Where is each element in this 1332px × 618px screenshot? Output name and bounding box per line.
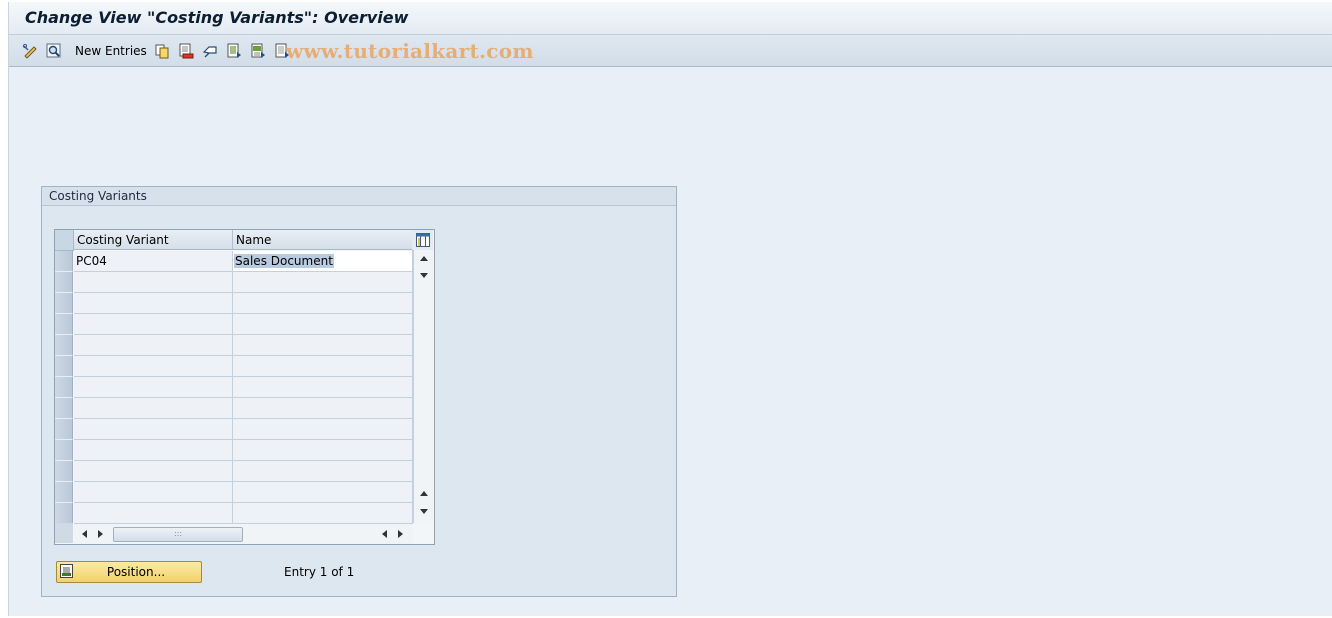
scroll-up-icon[interactable] (414, 250, 434, 266)
cell-costing-variant[interactable] (74, 293, 233, 314)
cell-name-text: Sales Document (234, 254, 334, 268)
cell-name[interactable] (233, 356, 413, 377)
cell-name[interactable] (233, 398, 413, 419)
cell-costing-variant[interactable] (74, 503, 233, 524)
cell-costing-variant[interactable] (74, 335, 233, 356)
vertical-scrollbar[interactable] (413, 250, 434, 523)
row-selector[interactable] (55, 419, 73, 440)
table-row (55, 419, 413, 440)
column-header-costing-variant[interactable]: Costing Variant (74, 230, 233, 250)
group-header: Costing Variants (42, 187, 676, 206)
cell-name[interactable] (233, 314, 413, 335)
cell-costing-variant[interactable] (74, 419, 233, 440)
table-row (55, 314, 413, 335)
row-selector[interactable] (55, 314, 73, 335)
cell-costing-variant[interactable] (74, 482, 233, 503)
scroll-left-end-icon[interactable] (377, 526, 391, 542)
table-row: PC04 Sales Document (55, 251, 413, 272)
cell-costing-variant[interactable] (74, 272, 233, 293)
row-selector[interactable] (55, 251, 73, 272)
display-change-icon[interactable] (21, 42, 38, 59)
row-selector[interactable] (55, 377, 73, 398)
scroll-page-up-icon[interactable] (414, 485, 434, 501)
delete-icon[interactable] (177, 42, 194, 59)
row-selector[interactable] (55, 398, 73, 419)
row-selector[interactable] (55, 503, 73, 524)
cell-costing-variant[interactable] (74, 398, 233, 419)
copy-icon[interactable] (153, 42, 170, 59)
row-selector[interactable] (55, 356, 73, 377)
cell-name[interactable]: Sales Document (233, 251, 413, 272)
scroll-page-down-icon[interactable] (414, 503, 434, 519)
table-row (55, 272, 413, 293)
scroll-right-icon[interactable] (93, 526, 107, 542)
scroll-down-icon[interactable] (414, 267, 434, 283)
cell-costing-variant[interactable] (74, 461, 233, 482)
entry-status: Entry 1 of 1 (284, 565, 355, 579)
table-row (55, 440, 413, 461)
costing-variants-table: Costing Variant Name PC04 Sales Document … (54, 229, 435, 545)
row-selector[interactable] (55, 293, 73, 314)
row-selector[interactable] (55, 440, 73, 461)
cell-name[interactable] (233, 440, 413, 461)
cell-name[interactable] (233, 272, 413, 293)
cell-costing-variant[interactable] (74, 440, 233, 461)
table-settings-icon[interactable] (412, 230, 433, 251)
row-selector[interactable] (55, 461, 73, 482)
find-icon[interactable] (45, 42, 62, 59)
cell-name[interactable] (233, 482, 413, 503)
group-title: Costing Variants (49, 189, 147, 203)
cell-costing-variant[interactable] (74, 314, 233, 335)
table-row (55, 461, 413, 482)
table-row (55, 503, 413, 524)
title-bar: Change View "Costing Variants": Overview (9, 2, 1332, 35)
position-button[interactable]: Position... (56, 561, 202, 583)
page-title: Change View "Costing Variants": Overview (25, 8, 409, 27)
position-button-label: Position... (106, 565, 166, 579)
row-selector[interactable] (55, 482, 73, 503)
cell-name[interactable] (233, 503, 413, 524)
select-all-rows-button[interactable] (55, 230, 74, 251)
row-selector[interactable] (55, 272, 73, 293)
select-block-icon[interactable] (249, 42, 266, 59)
cell-costing-variant[interactable]: PC04 (74, 251, 233, 272)
select-all-icon[interactable] (225, 42, 242, 59)
cell-costing-variant[interactable] (74, 356, 233, 377)
application-toolbar: New Entries www.tutorialkart.com (9, 35, 1332, 67)
row-selector[interactable] (55, 335, 73, 356)
cell-name[interactable] (233, 419, 413, 440)
scroll-left-icon[interactable] (77, 526, 91, 542)
column-header-name[interactable]: Name (233, 230, 413, 250)
scroll-thumb[interactable]: ::: (113, 527, 243, 542)
cell-name[interactable] (233, 461, 413, 482)
cell-costing-variant[interactable] (74, 377, 233, 398)
table-row (55, 335, 413, 356)
table-row (55, 398, 413, 419)
cell-name[interactable] (233, 335, 413, 356)
watermark: www.tutorialkart.com (286, 39, 534, 63)
costing-variants-group: Costing Variants Costing Variant Name PC… (41, 186, 677, 597)
scroll-right-end-icon[interactable] (393, 526, 407, 542)
table-row (55, 482, 413, 503)
new-entries-button[interactable]: New Entries (75, 44, 147, 58)
scroll-corner (55, 523, 73, 543)
undo-change-icon[interactable] (201, 42, 218, 59)
horizontal-scrollbar[interactable]: ::: (74, 523, 413, 544)
table-row (55, 293, 413, 314)
cell-name[interactable] (233, 293, 413, 314)
table-row (55, 356, 413, 377)
sap-screen: Change View "Costing Variants": Overview… (8, 2, 1332, 616)
table-row (55, 377, 413, 398)
cell-name[interactable] (233, 377, 413, 398)
